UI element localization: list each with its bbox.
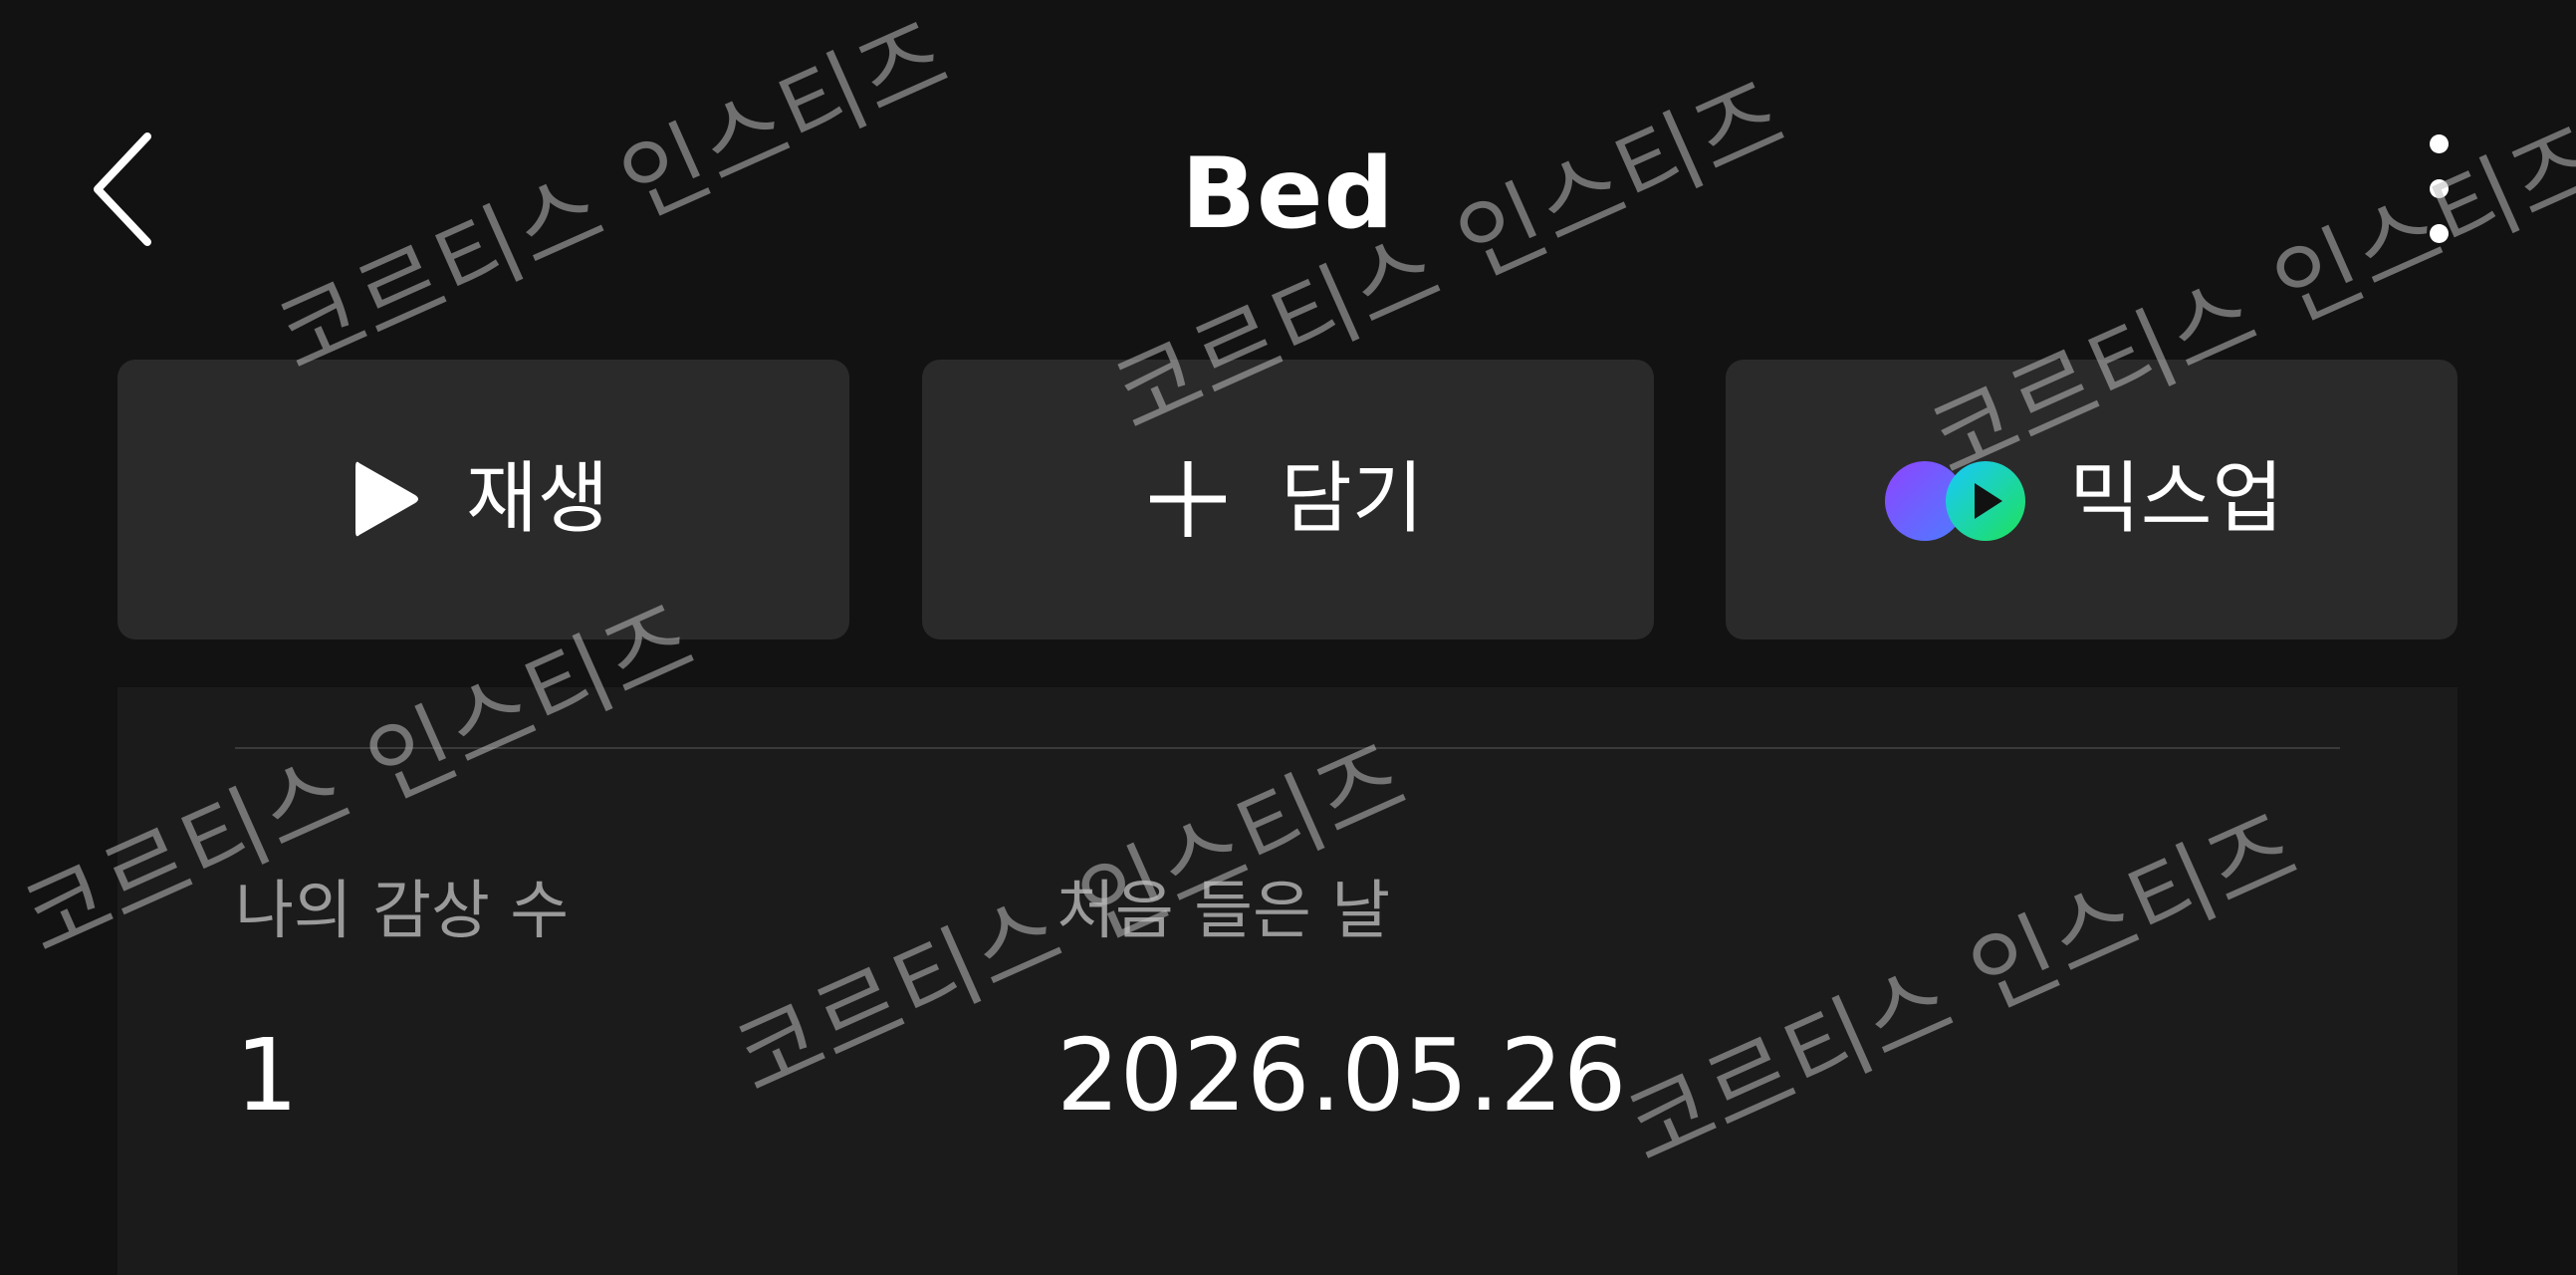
add-label: 담기 <box>1281 454 1424 544</box>
play-count-label: 나의 감상 수 <box>235 875 570 948</box>
mixup-icon <box>1885 461 2025 541</box>
play-button[interactable]: 재생 <box>117 360 849 639</box>
more-options-button[interactable] <box>2410 125 2469 254</box>
first-listen-value: 2026.05.26 <box>1056 1017 1627 1134</box>
page-title: Bed <box>1181 137 1395 251</box>
action-buttons: 재생 담기 믹스업 <box>117 360 2458 639</box>
divider <box>235 747 2340 749</box>
mixup-label: 믹스업 <box>2069 454 2284 544</box>
play-icon <box>355 461 418 537</box>
listening-stats-card: 나의 감상 수 1 처음 들은 날 2026.05.26 <box>117 687 2458 1275</box>
play-label: 재생 <box>466 454 609 544</box>
play-count-value: 1 <box>235 1017 299 1134</box>
mixup-button[interactable]: 믹스업 <box>1726 360 2458 639</box>
first-listen-label: 처음 들은 날 <box>1056 875 1391 948</box>
plus-icon <box>1150 461 1226 537</box>
top-bar: Bed <box>0 0 2576 359</box>
add-to-playlist-button[interactable]: 담기 <box>922 360 1654 639</box>
